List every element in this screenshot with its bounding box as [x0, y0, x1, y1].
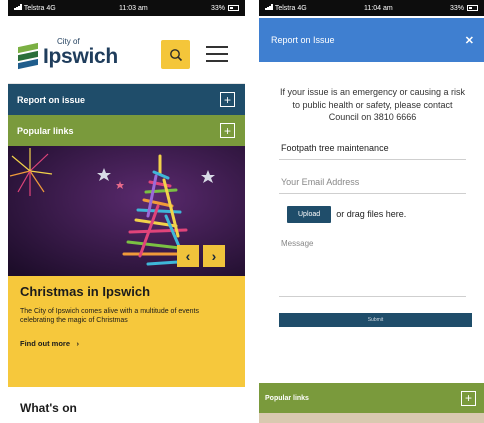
footer-image-strip	[259, 413, 484, 423]
signal-icon	[14, 4, 22, 10]
phone-screen-right: Telstra 4G 11:04 am 33% Report on Issue …	[259, 0, 484, 423]
popular-links-label: Popular links	[17, 125, 74, 136]
promo-title: Christmas in Ipswich	[20, 284, 151, 299]
battery-icon	[466, 5, 478, 11]
emergency-notice: If your issue is an emergency or causing…	[279, 87, 466, 123]
whats-on-section: What's on	[8, 387, 245, 415]
popular-links-bar[interactable]: Popular links +	[8, 115, 245, 146]
plus-icon[interactable]: +	[220, 123, 235, 138]
close-icon[interactable]: ✕	[465, 34, 474, 47]
city-logo-mark	[18, 42, 38, 70]
report-issue-modal-header: Report on Issue ✕	[259, 18, 484, 62]
report-issue-form: If your issue is an emergency or causing…	[259, 62, 484, 327]
status-time: 11:04 am	[364, 4, 393, 12]
status-battery: 33%	[450, 5, 478, 12]
modal-title: Report on Issue	[271, 35, 335, 45]
drag-files-text[interactable]: or drag files here.	[336, 209, 406, 219]
status-bar: Telstra 4G 11:03 am 33%	[8, 0, 245, 16]
report-issue-label: Report on issue	[17, 94, 86, 105]
whats-on-title: What's on	[20, 401, 77, 415]
find-out-more-link[interactable]: Find out more ›	[20, 333, 233, 351]
carousel-prev-button[interactable]: ‹	[177, 245, 199, 267]
battery-icon	[227, 5, 239, 11]
message-field[interactable]: Message	[279, 237, 466, 297]
carousel-next-button[interactable]: ›	[203, 245, 225, 267]
screenshot-stage: Telstra 4G 11:03 am 33% City of Ipswich	[0, 0, 484, 423]
hamburger-menu-icon[interactable]	[206, 46, 228, 64]
promo-body: The City of Ipswich comes alive with a m…	[20, 308, 199, 325]
chevron-right-icon: ›	[74, 338, 80, 348]
popular-links-label: Popular links	[265, 394, 309, 402]
popular-links-bar[interactable]: Popular links +	[259, 383, 484, 413]
file-upload-row: Upload or drag files here.	[287, 205, 466, 223]
status-carrier: Telstra 4G	[14, 4, 56, 12]
phone-screen-left: Telstra 4G 11:03 am 33% City of Ipswich	[8, 0, 245, 423]
report-issue-bar[interactable]: Report on issue +	[8, 84, 245, 115]
status-carrier: Telstra 4G	[265, 4, 307, 12]
plus-icon[interactable]: +	[220, 92, 235, 107]
search-icon	[169, 48, 182, 61]
city-logo[interactable]: City of Ipswich	[18, 38, 118, 70]
logo-big-text: Ipswich	[43, 45, 118, 68]
plus-icon[interactable]: +	[461, 390, 476, 406]
site-header: City of Ipswich	[8, 16, 245, 84]
submit-button[interactable]: Submit	[279, 312, 472, 327]
issue-subject-field[interactable]: Footpath tree maintenance	[279, 138, 466, 160]
status-bar: Telstra 4G 11:04 am 33%	[259, 0, 484, 16]
search-button[interactable]	[161, 40, 190, 69]
signal-icon	[265, 4, 273, 10]
status-battery: 33%	[211, 5, 239, 12]
christmas-hero-image: ‹ ›	[8, 146, 245, 276]
upload-button[interactable]: Upload	[287, 205, 332, 223]
status-time: 11:03 am	[119, 4, 148, 12]
email-field[interactable]: Your Email Address	[279, 172, 466, 194]
christmas-promo-card: Christmas in Ipswich The City of Ipswich…	[8, 276, 245, 387]
